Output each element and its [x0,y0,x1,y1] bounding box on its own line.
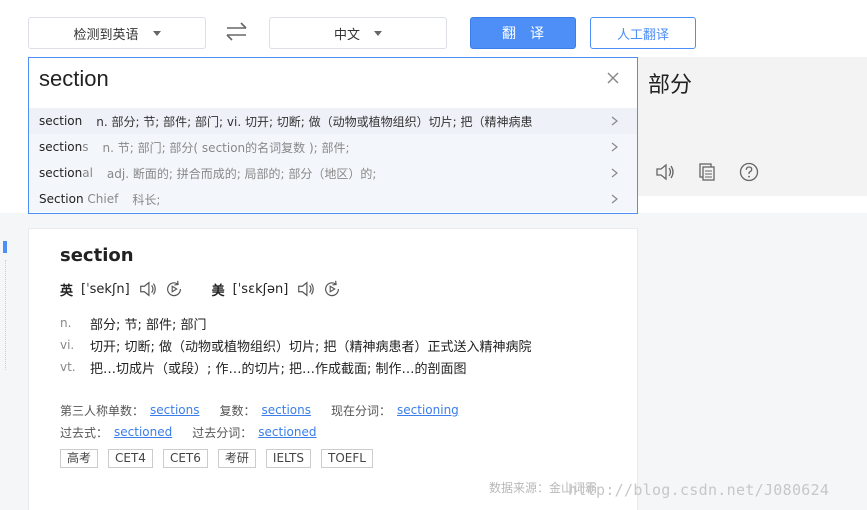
suggestion-item[interactable]: section n. 部分; 节; 部件; 部门; vi. 切开; 切断; 做（… [29,108,637,134]
plural-label: 复数： [219,403,256,418]
source-input-box[interactable]: section section n. 部分; 节; 部件; 部门; vi. 切开… [28,57,638,214]
chevron-right-icon [611,142,618,152]
part-of-speech: vi. [60,338,75,352]
definition-text: 把…切成片（或段）; 作…的切片; 把…作成截面; 制作…的剖面图 [90,361,467,377]
replay-icon[interactable] [164,279,184,299]
replay-icon[interactable] [322,279,342,299]
exam-tags: 高考 CET4 CET6 考研 IELTS TOEFL [60,449,373,468]
uk-phonetic: [ˈsekʃn] [81,281,130,297]
word-forms: 第三人称单数： sections 复数： sections 现在分词： sect… [60,399,479,443]
present-participle-label: 现在分词： [331,403,392,418]
exam-tag: CET4 [108,449,153,468]
suggestion-definition: 科长; [132,192,161,207]
speaker-icon[interactable] [138,279,158,299]
dictionary-card: section 英 [ˈsekʃn] 美 [ˈsɛkʃən] n. 部分; 节;… [28,228,638,510]
definition-row: n. 部分; 节; 部件; 部门 [60,312,532,334]
plural-link[interactable]: sections [262,403,311,417]
target-language-label: 中文 [333,27,360,43]
us-phonetic: [ˈsɛkʃən] [232,281,289,297]
close-icon[interactable] [605,70,621,86]
suggestion-word: sections [39,140,89,154]
suggestion-word: Section Chief [39,192,119,206]
suggestion-item[interactable]: sectional adj. 断面的; 拼合而成的; 局部的; 部分（地区）的; [29,160,637,186]
exam-tag: 考研 [217,449,256,468]
source-language-label: 检测到英语 [73,27,139,43]
speaker-icon[interactable] [296,279,316,299]
suggestion-item[interactable]: sections n. 节; 部门; 部分( section的名词复数 ); 部… [29,134,637,160]
translation-result: 部分 [648,73,693,98]
definition-text: 部分; 节; 部件; 部门 [90,317,207,333]
us-label: 美 [211,283,225,299]
past-tense-link[interactable]: sectioned [114,425,172,439]
chevron-down-icon [152,30,161,36]
dict-headword: section [60,245,134,266]
suggestion-word: sectional [39,166,93,180]
suggestion-definition: n. 节; 部门; 部分( section的名词复数 ); 部件; [102,140,350,155]
target-language-select[interactable]: 中文 [269,17,447,49]
suggestion-definition: adj. 断面的; 拼合而成的; 局部的; 部分（地区）的; [106,166,377,181]
suggestion-definition: n. 部分; 节; 部件; 部门; vi. 切开; 切断; 做（动物或植物组织）… [96,114,533,129]
exam-tag: TOEFL [321,449,373,468]
uk-label: 英 [60,283,74,299]
side-divider [5,260,6,370]
help-icon[interactable] [738,161,760,183]
definition-row: vi. 切开; 切断; 做（动物或植物组织）切片; 把（精神病患者）正式送入精神… [60,334,532,356]
present-participle-link[interactable]: sectioning [397,403,459,417]
exam-tag: CET6 [162,449,208,468]
source-language-select[interactable]: 检测到英语 [28,17,206,49]
chevron-down-icon [374,30,382,36]
result-actions [654,161,760,183]
definition-row: vt. 把…切成片（或段）; 作…的切片; 把…作成截面; 制作…的剖面图 [60,356,532,378]
exam-tag: IELTS [265,449,312,468]
exam-tag: 高考 [60,449,99,468]
watermark: http://blog.csdn.net/J080624 [568,481,830,499]
chevron-right-icon [611,194,618,204]
past-tense-label: 过去式： [60,425,109,440]
chevron-right-icon [611,168,618,178]
translation-result-panel: 部分 [638,57,867,196]
third-person-link[interactable]: sections [150,403,199,417]
part-of-speech: vt. [60,360,76,374]
copy-icon[interactable] [696,161,718,183]
suggestion-word: section [39,114,83,128]
past-participle-label: 过去分词： [192,425,253,440]
translate-button[interactable]: 翻译 [470,17,576,49]
chevron-right-icon [611,116,618,126]
definition-text: 切开; 切断; 做（动物或植物组织）切片; 把（精神病患者）正式送入精神病院 [90,339,532,355]
third-person-label: 第三人称单数： [60,403,145,418]
human-translation-button[interactable]: 人工翻译 [590,17,696,49]
suggestion-item[interactable]: Section Chief 科长; [29,186,637,212]
swap-languages-icon[interactable] [224,20,250,44]
past-participle-link[interactable]: sectioned [258,425,316,439]
definition-list: n. 部分; 节; 部件; 部门 vi. 切开; 切断; 做（动物或植物组织）切… [60,312,532,378]
side-marker [3,241,7,253]
pronunciation-line: 英 [ˈsekʃn] 美 [ˈsɛkʃən] [60,279,348,299]
speaker-icon[interactable] [654,161,676,183]
source-input[interactable]: section [39,66,109,92]
suggestion-list: section n. 部分; 节; 部件; 部门; vi. 切开; 切断; 做（… [29,108,637,212]
part-of-speech: n. [60,316,72,330]
